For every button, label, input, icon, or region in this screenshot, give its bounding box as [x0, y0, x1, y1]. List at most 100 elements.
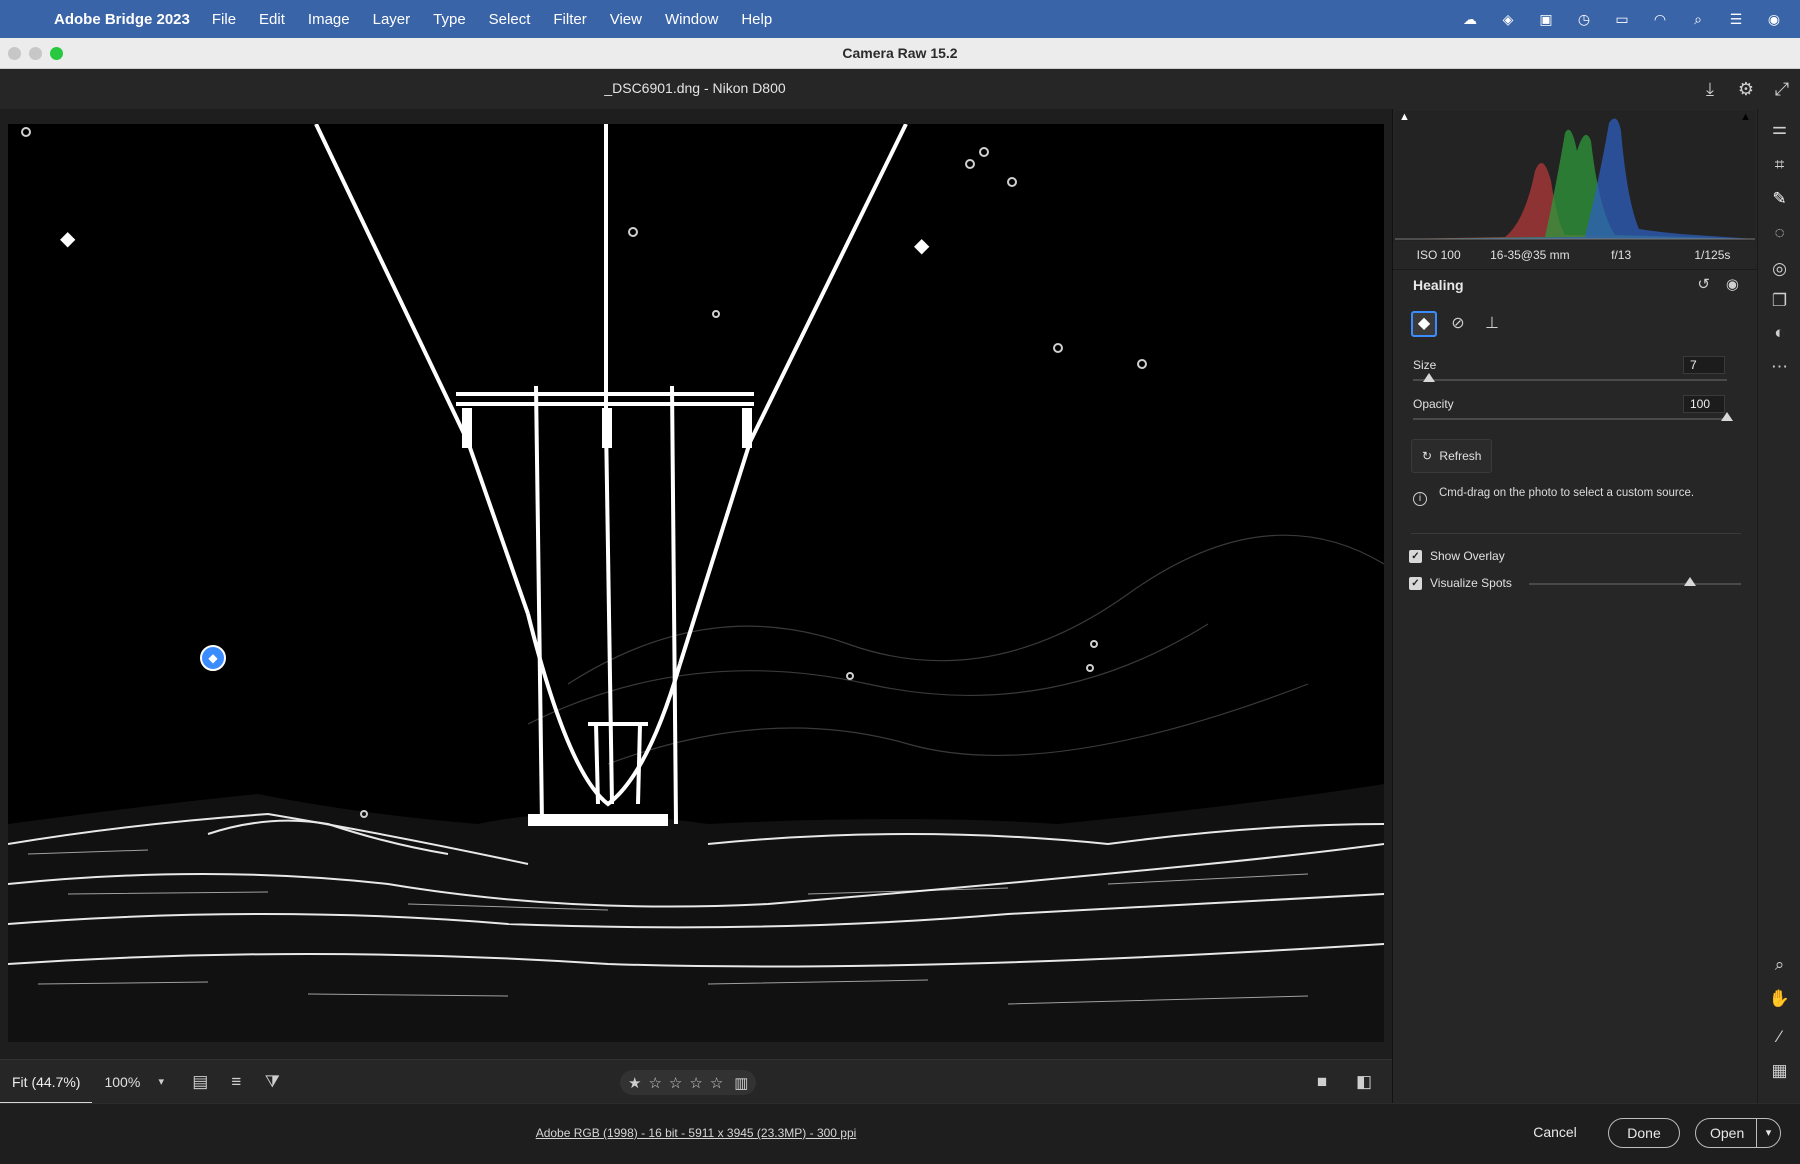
file-name: _DSC6901.dng - Nikon D800	[604, 80, 786, 96]
photo-preview[interactable]: ◆ ◆ ◆	[8, 124, 1384, 1042]
healing-tool-modes: ◆ ⊘ ⊥	[1411, 311, 1505, 337]
visualize-spots-image	[8, 124, 1384, 1042]
opacity-slider-thumb[interactable]	[1721, 412, 1733, 421]
info-icon: i	[1413, 492, 1427, 506]
menu-view[interactable]: View	[610, 11, 642, 28]
screen-icon[interactable]: ▣	[1536, 11, 1556, 27]
heal-spot-pin-selected[interactable]: ◆	[200, 645, 226, 671]
grid-icon[interactable]: ▦	[1758, 1061, 1800, 1081]
hand-icon[interactable]: ✋	[1758, 989, 1800, 1009]
aperture-value: f/13	[1611, 248, 1632, 262]
menu-image[interactable]: Image	[308, 11, 350, 28]
zoom-100-button[interactable]: 100%	[92, 1074, 152, 1090]
star-rating[interactable]: ★ ☆ ☆ ☆ ☆ ▥	[620, 1070, 757, 1095]
menu-window[interactable]: Window	[665, 11, 718, 28]
visualize-spots-slider[interactable]	[1529, 577, 1741, 586]
app-menu[interactable]: Adobe Bridge 2023	[54, 11, 190, 28]
tool-strip: ⚌ ⌗ ✎ ◌ ◎ ❐ ◐ ⋯ ⌕ ✋ ⁄ ▦	[1757, 109, 1800, 1103]
search-icon[interactable]: ⌕	[1688, 11, 1708, 27]
show-overlay-checkbox[interactable]: ✓	[1409, 549, 1422, 563]
menu-type[interactable]: Type	[433, 11, 466, 28]
visualize-spots-checkbox[interactable]: ✓	[1409, 576, 1422, 590]
hint-message: i Cmd-drag on the photo to select a cust…	[1413, 487, 1733, 506]
masking-icon[interactable]: ◌	[1758, 223, 1800, 243]
open-button[interactable]: Open ▾	[1695, 1118, 1781, 1148]
red-eye-icon[interactable]: ◎	[1758, 259, 1800, 279]
star-icon[interactable]: ☆	[669, 1074, 682, 1092]
window-title: Camera Raw 15.2	[842, 45, 958, 61]
chevron-down-icon[interactable]: ▾	[1756, 1119, 1780, 1147]
star-icon[interactable]: ☆	[689, 1074, 702, 1092]
visualize-spots-row: ✓ Visualize Spots	[1409, 576, 1512, 590]
image-canvas[interactable]: ◆ ◆ ◆	[0, 109, 1392, 1059]
menu-edit[interactable]: Edit	[259, 11, 285, 28]
gear-icon[interactable]: ⚙	[1728, 79, 1764, 100]
more-options-icon[interactable]: ⋯	[1758, 357, 1800, 377]
presets-icon[interactable]: ◐	[1758, 323, 1800, 343]
clone-stamp-icon[interactable]: ⊥	[1479, 311, 1505, 337]
window-titlebar: Camera Raw 15.2	[0, 38, 1800, 69]
opacity-label: Opacity	[1413, 397, 1454, 411]
menu-select[interactable]: Select	[489, 11, 531, 28]
menu-filter[interactable]: Filter	[553, 11, 586, 28]
refresh-label: Refresh	[1439, 449, 1482, 463]
highlight-clipping-icon[interactable]: ▲	[1740, 111, 1751, 123]
crop-icon[interactable]: ⌗	[1758, 155, 1800, 175]
shutter-value: 1/125s	[1694, 248, 1731, 262]
location-icon[interactable]: ◈	[1498, 11, 1518, 27]
healing-brush-icon[interactable]: ✎	[1758, 189, 1800, 209]
fullscreen-icon[interactable]: ⤢	[1764, 79, 1800, 100]
star-icon[interactable]: ★	[628, 1074, 641, 1092]
heal-spot-pin[interactable]: ◆	[60, 226, 75, 251]
edit-sliders-icon[interactable]: ⚌	[1758, 119, 1800, 139]
save-image-icon[interactable]: ⤓	[1692, 79, 1728, 100]
chevron-down-icon[interactable]: ▾	[152, 1075, 170, 1088]
size-slider[interactable]	[1413, 373, 1727, 382]
opacity-field[interactable]: 100	[1683, 395, 1725, 413]
opacity-slider[interactable]	[1413, 412, 1733, 421]
shadow-clipping-icon[interactable]: ▲	[1399, 111, 1410, 123]
reset-icon[interactable]: ↺	[1697, 275, 1710, 293]
star-icon[interactable]: ☆	[710, 1074, 723, 1092]
siri-icon[interactable]: ◉	[1764, 11, 1784, 27]
content-aware-remove-icon[interactable]: ◆	[1411, 311, 1437, 337]
refresh-button[interactable]: ↻ Refresh	[1411, 439, 1493, 473]
snapshots-icon[interactable]: ❐	[1758, 291, 1800, 311]
before-after-icon[interactable]: ◧	[1346, 1072, 1382, 1092]
single-view-icon[interactable]: ■	[1304, 1072, 1340, 1092]
filmstrip-icon[interactable]: ▤	[182, 1072, 218, 1092]
cancel-button[interactable]: Cancel	[1513, 1118, 1597, 1148]
bottom-toolbar: Fit (44.7%) 100% ▾ ▤ ≡ ⧩ ★ ☆ ☆ ☆ ☆ ▥ ■ ◧	[0, 1059, 1392, 1104]
done-button[interactable]: Done	[1608, 1118, 1680, 1148]
size-slider-thumb[interactable]	[1422, 373, 1435, 382]
status-icons: ☁ ◈ ▣ ◷ ▭ ◠ ⌕ ☰ ◉	[1460, 0, 1784, 38]
menu-layer[interactable]: Layer	[373, 11, 411, 28]
heal-bandage-icon[interactable]: ⊘	[1445, 311, 1471, 337]
edit-panel: ▲ ▲ ISO 100 16-35@35 mm f/13 1/125s Heal…	[1392, 109, 1758, 1103]
eye-icon[interactable]: ◉	[1726, 275, 1739, 293]
macos-menubar: Adobe Bridge 2023 File Edit Image Layer …	[0, 0, 1800, 38]
exif-info: ISO 100 16-35@35 mm f/13 1/125s	[1393, 243, 1758, 267]
zoom-fit-button[interactable]: Fit (44.7%)	[0, 1060, 93, 1104]
file-header: _DSC6901.dng - Nikon D800 ⤓ ⚙ ⤢	[0, 69, 1800, 109]
divider	[1393, 269, 1758, 270]
visualize-spots-slider-thumb[interactable]	[1684, 577, 1697, 586]
lens-value: 16-35@35 mm	[1490, 248, 1570, 262]
sort-icon[interactable]: ≡	[218, 1072, 254, 1092]
control-center-icon[interactable]: ☰	[1726, 11, 1746, 27]
wifi-icon[interactable]: ◠	[1650, 11, 1670, 27]
menu-help[interactable]: Help	[741, 11, 772, 28]
filter-icon[interactable]: ⧩	[254, 1072, 290, 1092]
time-machine-icon[interactable]: ◷	[1574, 11, 1594, 27]
creative-cloud-icon[interactable]: ☁	[1460, 11, 1480, 27]
heal-spot-pin[interactable]: ◆	[914, 233, 929, 258]
battery-icon[interactable]: ▭	[1612, 11, 1632, 27]
trash-icon[interactable]: ▥	[734, 1074, 748, 1092]
star-icon[interactable]: ☆	[648, 1074, 661, 1092]
size-label: Size	[1413, 358, 1437, 372]
white-balance-picker-icon[interactable]: ⁄	[1758, 1027, 1800, 1047]
workflow-options-link[interactable]: Adobe RGB (1998) - 16 bit - 5911 x 3945 …	[0, 1126, 1392, 1140]
menu-file[interactable]: File	[212, 11, 236, 28]
zoom-icon[interactable]: ⌕	[1758, 955, 1800, 975]
size-field[interactable]: 7	[1683, 356, 1725, 374]
